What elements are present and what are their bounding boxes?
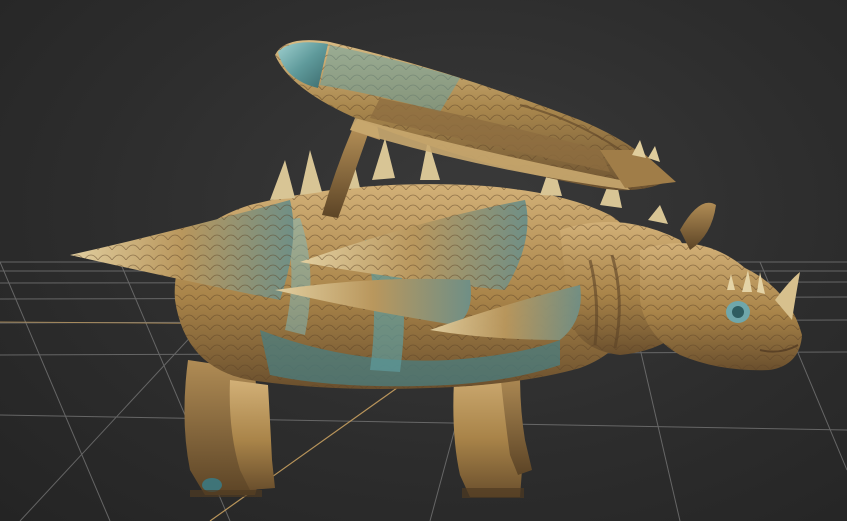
rhino-head	[640, 202, 802, 371]
viewport-canvas[interactable]	[0, 0, 847, 521]
rocket-pod	[275, 40, 676, 191]
3d-viewport[interactable]	[0, 0, 847, 521]
